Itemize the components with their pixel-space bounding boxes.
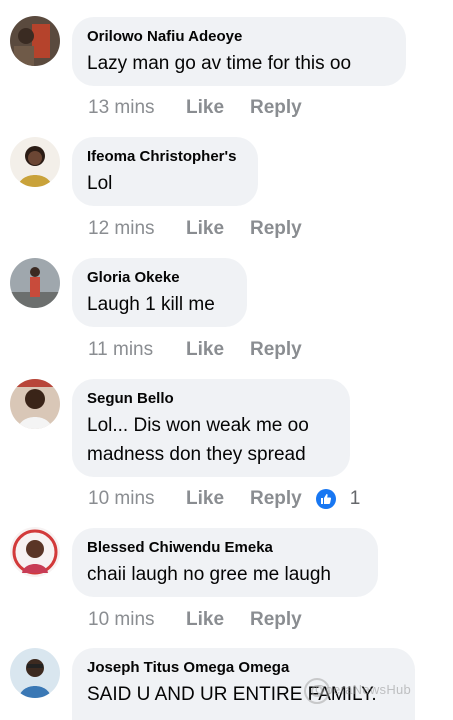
reply-button[interactable]: Reply — [250, 97, 302, 119]
comment-author[interactable]: Gloria Okeke — [87, 268, 231, 288]
avatar[interactable] — [10, 258, 60, 308]
comment-timestamp[interactable]: 10 mins — [88, 488, 186, 510]
reply-button[interactable]: Reply — [250, 339, 302, 361]
comment-bubble: Segun Bello Lol... Dis won weak me oo ma… — [72, 379, 350, 477]
user-avatar-icon — [10, 258, 60, 308]
user-avatar-icon — [10, 137, 60, 187]
comment-author[interactable]: Orilowo Nafiu Adeoye — [87, 27, 390, 47]
user-avatar-icon — [10, 379, 60, 429]
avatar[interactable] — [10, 137, 60, 187]
avatar[interactable] — [10, 379, 60, 429]
comment-text: chaii laugh no gree me laugh — [87, 564, 332, 585]
comment-text: Lol... Dis won weak me oo madness don th… — [87, 415, 309, 465]
avatar[interactable] — [10, 16, 60, 66]
like-button[interactable]: Like — [186, 609, 250, 631]
avatar[interactable] — [10, 648, 60, 698]
comment-actions: 13 mins Like Reply — [88, 97, 302, 119]
comment-author[interactable]: Blessed Chiwendu Emeka — [87, 538, 362, 558]
comment-timestamp[interactable]: 10 mins — [88, 609, 186, 631]
reply-button[interactable]: Reply — [250, 609, 302, 631]
comment-text: Lol — [87, 173, 113, 194]
thumbs-up-icon — [315, 489, 336, 509]
comment-author[interactable]: Segun Bello — [87, 389, 334, 409]
comment-bubble: Blessed Chiwendu Emeka chaii laugh no gr… — [72, 528, 378, 597]
comment-timestamp[interactable]: 13 mins — [88, 97, 186, 119]
watermark-text: OperaNewsHub — [315, 682, 412, 697]
comment-text: Laugh 1 kill me — [87, 294, 215, 315]
like-button[interactable]: Like — [186, 97, 250, 119]
comment-timestamp[interactable]: 11 mins — [88, 339, 186, 361]
comment-text: Lazy man go av time for this oo — [87, 53, 352, 74]
like-button[interactable]: Like — [186, 339, 250, 361]
comment-author[interactable]: Ifeoma Christopher's — [87, 147, 242, 167]
reaction-count: 1 — [349, 488, 361, 509]
comment-actions: 10 mins Like Reply — [88, 609, 302, 631]
reply-button[interactable]: Reply — [250, 218, 302, 240]
comment-actions: 11 mins Like Reply — [88, 339, 302, 361]
comment-bubble: Ifeoma Christopher's Lol — [72, 137, 258, 206]
user-avatar-icon — [10, 527, 60, 577]
comment-timestamp[interactable]: 12 mins — [88, 218, 186, 240]
avatar[interactable] — [10, 527, 60, 577]
user-avatar-icon — [10, 16, 60, 66]
reply-button[interactable]: Reply — [250, 488, 302, 510]
comment-author[interactable]: Joseph Titus Omega Omega — [87, 658, 399, 678]
reaction-summary[interactable]: 1 — [315, 488, 361, 510]
like-button[interactable]: Like — [186, 218, 250, 240]
comment-bubble: Gloria Okeke Laugh 1 kill me — [72, 258, 247, 327]
comment-bubble: Orilowo Nafiu Adeoye Lazy man go av time… — [72, 17, 406, 86]
comment-actions: 12 mins Like Reply — [88, 218, 302, 240]
like-button[interactable]: Like — [186, 488, 250, 510]
user-avatar-icon — [10, 648, 60, 698]
comment-actions: 10 mins Like Reply 1 — [88, 488, 360, 510]
